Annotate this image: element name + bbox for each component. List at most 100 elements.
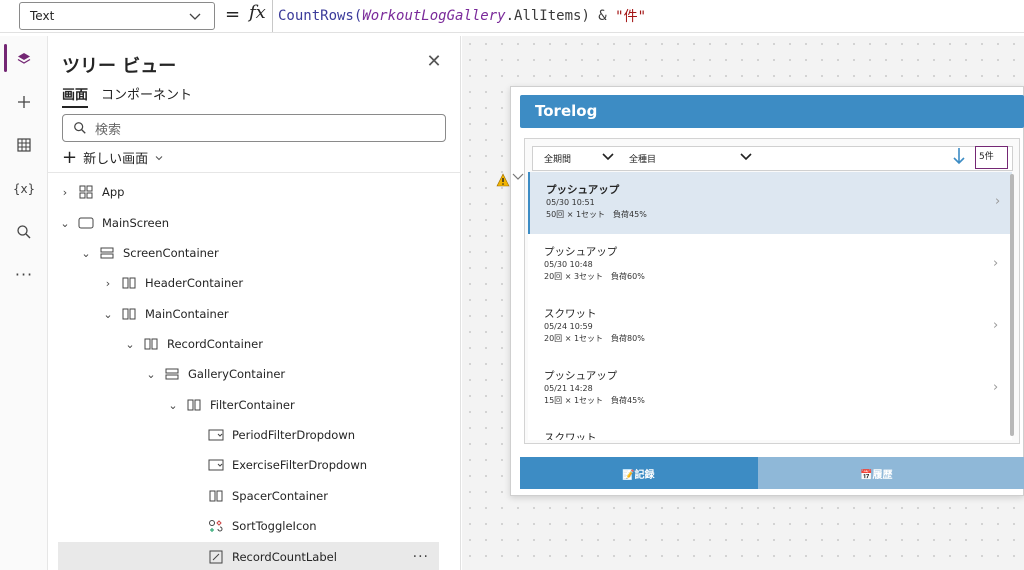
more-options-icon[interactable]: ··· (413, 549, 429, 565)
app-icon (78, 185, 94, 199)
app-title: Torelog (535, 102, 598, 120)
chevron-down-icon (740, 153, 752, 161)
horizontal-container-icon (208, 489, 224, 503)
dropdown-icon (208, 458, 224, 472)
tree-node-label: RecordContainer (167, 337, 263, 351)
search-button[interactable] (4, 216, 44, 248)
property-dropdown[interactable]: Text (19, 2, 215, 30)
gallery-row[interactable]: スクワット 05/24 10:59 20回 × 1セット 負荷80% › (528, 296, 1012, 358)
gallery-row[interactable]: プッシュアップ 05/30 10:48 20回 × 3セット 負荷60% › (528, 234, 1012, 296)
gallery-row[interactable]: プッシュアップ 05/21 14:28 15回 × 1セット 負荷45% › (528, 358, 1012, 420)
tree-node-label: RecordCountLabel (232, 550, 337, 564)
new-screen-label: 新しい画面 (83, 152, 149, 167)
plus-icon (18, 96, 30, 108)
tree-node[interactable]: › HeaderContainer (101, 268, 243, 298)
formula-string: "件" (615, 9, 647, 25)
chevron-down-icon[interactable]: ⌄ (58, 217, 72, 230)
tree-node[interactable]: ExerciseFilterDropdown (188, 450, 367, 480)
chevron-right-icon[interactable]: › (58, 186, 72, 199)
tree-view-button[interactable] (4, 43, 44, 75)
search-icon (17, 225, 31, 239)
exercise-name: プッシュアップ (544, 246, 618, 258)
period-filter-dropdown[interactable]: 全期間 (544, 152, 571, 165)
horizontal-container-icon (121, 307, 137, 321)
close-icon[interactable]: ✕ (424, 52, 444, 72)
chevron-right-icon[interactable]: › (101, 277, 115, 290)
tree-node[interactable]: SpacerContainer (188, 481, 328, 511)
vertical-container-icon (164, 367, 180, 381)
horizontal-container-icon (186, 398, 202, 412)
chevron-right-icon[interactable]: › (993, 256, 998, 271)
record-date: 05/30 10:51 (546, 198, 595, 207)
search-placeholder: 検索 (95, 122, 122, 138)
screen-icon (78, 216, 94, 230)
history-tab-label: 📅履歴 (860, 470, 893, 481)
chevron-down-icon[interactable] (512, 172, 524, 182)
insert-button[interactable] (4, 86, 44, 118)
dropdown-icon (208, 428, 224, 442)
tree-node[interactable]: PeriodFilterDropdown (188, 420, 355, 450)
table-icon (17, 138, 31, 152)
chevron-down-icon[interactable]: ⌄ (123, 338, 137, 351)
fx-icon[interactable]: fx (249, 2, 266, 23)
label-icon (208, 550, 224, 564)
search-icon (74, 122, 86, 134)
variables-icon: {x} (12, 182, 36, 196)
plus-icon: + (62, 146, 78, 168)
tree-node-label: HeaderContainer (145, 276, 244, 290)
record-detail: 20回 × 1セット 負荷80% (544, 334, 645, 343)
chevron-down-icon (602, 153, 614, 161)
tree-search-input[interactable]: 検索 (62, 114, 446, 142)
tree-node-label: GalleryContainer (188, 367, 286, 381)
workout-log-gallery[interactable]: プッシュアップ 05/30 10:51 50回 × 1セット 負荷45% › プッシュア… (528, 172, 1012, 440)
gallery-scrollbar[interactable] (1010, 174, 1014, 436)
tree-node[interactable]: ⌄ GalleryContainer (144, 359, 285, 389)
chevron-down-icon[interactable]: ⌄ (79, 247, 93, 260)
tree-node-label: SpacerContainer (232, 489, 328, 503)
exercise-name: スクワット (544, 308, 597, 320)
exercise-name: プッシュアップ (546, 184, 620, 196)
tree-node-label: ScreenContainer (123, 246, 219, 260)
divider (48, 172, 460, 173)
formula-function: CountRows( (278, 8, 363, 24)
more-button[interactable]: ··· (4, 258, 44, 290)
record-tab-label: 📝記録 (622, 470, 655, 481)
tree-node[interactable]: RecordCountLabel ··· (58, 542, 439, 570)
formula-input[interactable]: CountRows(WorkoutLogGallery .AllItems) & … (272, 0, 1024, 32)
tree-node[interactable]: ⌄ ScreenContainer (79, 238, 219, 268)
tree-node[interactable]: SortToggleIcon (188, 511, 317, 541)
arrow-down-icon[interactable] (953, 146, 965, 166)
new-screen-button[interactable]: + 新しい画面 (62, 148, 164, 167)
tree-node-label: MainScreen (102, 216, 169, 230)
chevron-down-icon[interactable]: ⌄ (101, 308, 115, 321)
tree-node[interactable]: ⌄ RecordContainer (123, 329, 263, 359)
data-button[interactable] (4, 129, 44, 161)
tree-node[interactable]: ⌄ MainScreen (58, 208, 169, 238)
tree-node-label: SortToggleIcon (232, 519, 317, 533)
record-detail: 50回 × 1セット 負荷45% (546, 210, 647, 219)
chevron-down-icon[interactable]: ⌄ (144, 368, 158, 381)
tree-node[interactable]: ⌄ FilterContainer (166, 390, 295, 420)
warning-icon[interactable] (496, 173, 510, 187)
tab-components[interactable]: コンポーネント (101, 84, 192, 103)
icon-control-icon (208, 519, 224, 533)
record-detail: 15回 × 1セット 負荷45% (544, 396, 645, 405)
formula-reference: WorkoutLogGallery (362, 8, 506, 24)
gallery-row[interactable]: スクワット (528, 420, 1012, 440)
chevron-right-icon[interactable]: › (993, 380, 998, 395)
tab-screens[interactable]: 画面 (62, 84, 89, 108)
tree-node[interactable]: ⌄ MainContainer (101, 299, 228, 329)
variables-button[interactable]: {x} (4, 173, 44, 205)
chevron-right-icon[interactable]: › (995, 194, 1000, 209)
chevron-down-icon[interactable]: ⌄ (166, 399, 180, 412)
record-count-label[interactable]: 5件 (975, 146, 1008, 169)
tree-node[interactable]: › App (58, 177, 125, 207)
tree-node-label: PeriodFilterDropdown (232, 428, 356, 442)
exercise-filter-dropdown[interactable]: 全種目 (629, 152, 656, 165)
property-dropdown-value: Text (30, 9, 55, 23)
tree-node-label: FilterContainer (210, 398, 295, 412)
horizontal-container-icon (121, 276, 137, 290)
chevron-right-icon[interactable]: › (993, 318, 998, 333)
vertical-container-icon (99, 246, 115, 260)
gallery-row[interactable]: プッシュアップ 05/30 10:51 50回 × 1セット 負荷45% › (528, 172, 1012, 234)
